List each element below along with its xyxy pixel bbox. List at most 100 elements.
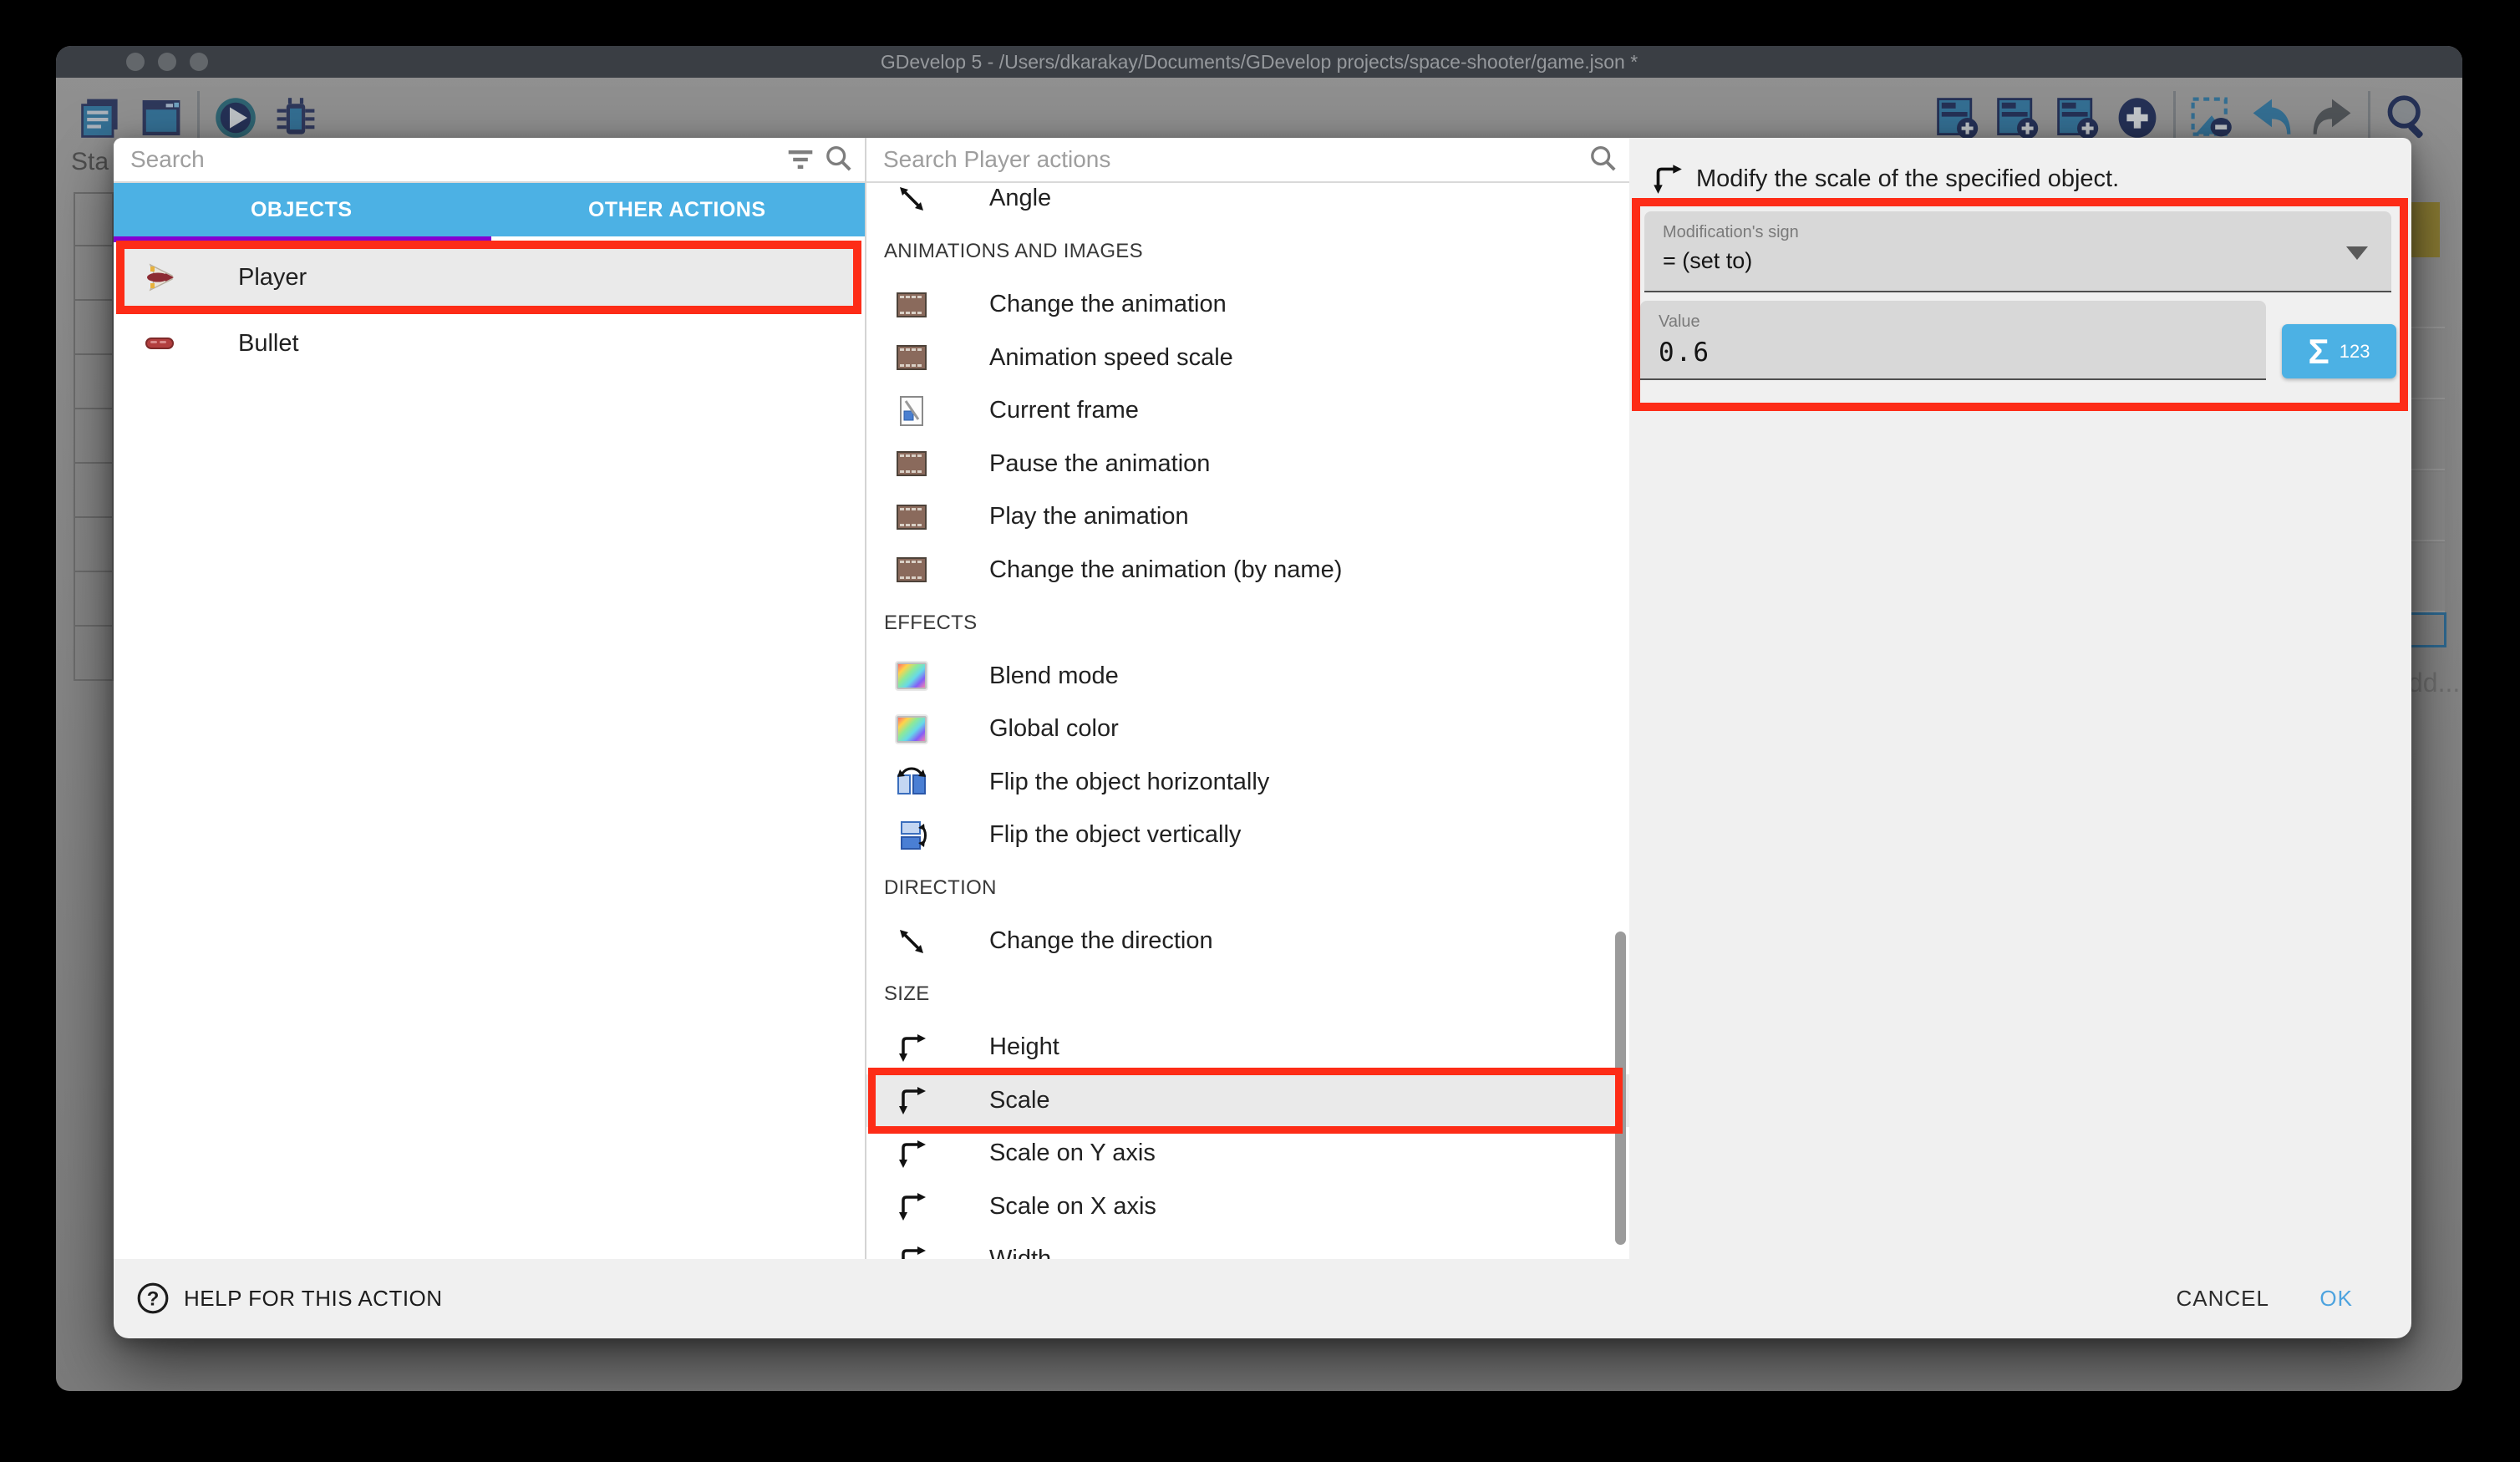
action-label: Change the animation (by name) [989,556,1342,584]
objects-search-row [114,138,865,183]
help-for-action-button[interactable]: ? HELP FOR THIS ACTION [135,1281,443,1316]
actions-list: Angle ANIMATIONS AND IMAGES Change the a… [866,183,1629,1259]
object-row-bullet[interactable]: Bullet [119,313,858,373]
filter-icon[interactable] [781,140,820,179]
gdevelop-window: Sta dd... [56,46,2462,1391]
background-event-cell [74,192,114,246]
background-highlighted-cell [2410,202,2440,257]
background-event-cell [74,409,114,464]
value-label: Value [1659,312,1700,332]
resize-icon [895,1190,928,1223]
action-row-angle[interactable]: Angle [866,183,1629,226]
sigma-icon: Σ [2309,334,2329,369]
background-event-cell [74,301,114,355]
background-event-cell [74,246,114,301]
tab-objects[interactable]: OBJECTS [114,183,490,236]
project-manager-icon[interactable] [77,90,125,145]
direction-arrow-icon [895,925,928,958]
action-row-scale[interactable]: Scale [866,1074,1629,1128]
film-icon [895,500,928,534]
active-tab-indicator [114,236,491,242]
action-row-animation-speed-scale[interactable]: Animation speed scale [866,332,1629,385]
toolbar-separator [2173,91,2176,145]
flip-vertical-icon [895,819,928,852]
object-name: Bullet [238,330,299,358]
background-cell [2410,330,2445,399]
action-row-scale-on-y-axis[interactable]: Scale on Y axis [866,1127,1629,1180]
object-tabs: OBJECTS OTHER ACTIONS [114,183,865,236]
action-row-change-the-animation-by-name[interactable]: Change the animation (by name) [866,544,1629,597]
resize-icon [1649,161,1684,196]
action-label: Blend mode [989,662,1119,690]
background-event-cell [74,518,114,572]
ok-button[interactable]: OK [2319,1286,2353,1312]
action-label: Change the animation [989,291,1227,318]
titlebar: GDevelop 5 - /Users/dkarakay/Documents/G… [56,46,2462,78]
background-scene-tab: Sta [71,148,109,176]
blend-icon [895,713,928,746]
actions-scrollbar-thumb[interactable] [1615,932,1626,1245]
action-label: Play the animation [989,503,1189,530]
flip-horizontal-icon [895,765,928,799]
tab-other-actions[interactable]: OTHER ACTIONS [490,183,866,236]
object-row-player[interactable]: Player [119,247,858,307]
background-cell [2410,543,2445,612]
traffic-lights [126,53,208,71]
action-row-flip-the-object-vertically[interactable]: Flip the object vertically [866,809,1629,862]
annotation-box-object [116,241,861,314]
resize-icon [895,1084,928,1117]
modification-sign-select[interactable]: Modification's sign = (set to) [1644,211,2391,292]
film-icon [895,447,928,480]
action-row-flip-the-object-horizontally[interactable]: Flip the object horizontally [866,756,1629,810]
edit-action-dialog: OBJECTS OTHER ACTIONS Player Bullet [114,138,2411,1338]
action-label: Scale [989,1087,1050,1114]
background-action-column: dd... [2408,171,2446,773]
film-icon [895,341,928,374]
resize-icon [895,1243,928,1259]
bullet-icon [144,327,177,360]
action-row-play-the-animation[interactable]: Play the animation [866,490,1629,544]
expression-button-label: 123 [2340,341,2370,363]
action-row-pause-the-animation[interactable]: Pause the animation [866,438,1629,491]
actions-search-row [866,138,1629,183]
action-group-header: EFFECTS [866,596,1629,650]
background-event-cell [74,355,114,409]
annotation-box-action [868,1068,1623,1135]
svg-text:?: ? [147,1287,160,1310]
minimize-button[interactable] [158,53,176,71]
action-description-header: Modify the scale of the specified object… [1649,161,2119,196]
action-label: Current frame [989,397,1139,424]
actions-search-input[interactable] [866,146,1584,173]
background-event-rows [74,192,114,760]
toolbar-separator [197,91,200,145]
action-row-change-the-animation[interactable]: Change the animation [866,278,1629,332]
chevron-down-icon [2346,246,2368,260]
background-cell [2410,259,2445,328]
modification-sign-label: Modification's sign [1663,223,1799,242]
value-field: Value [1640,301,2266,380]
action-label: Animation speed scale [989,344,1233,372]
objects-search-input[interactable] [114,146,781,173]
action-row-width[interactable]: Width [866,1233,1629,1259]
action-label: Flip the object vertically [989,821,1241,849]
action-label: Pause the animation [989,450,1210,478]
action-row-current-frame[interactable]: Current frame [866,384,1629,438]
action-row-global-color[interactable]: Global color [866,703,1629,756]
dialog-footer: ? HELP FOR THIS ACTION CANCEL OK [114,1259,2411,1338]
value-input[interactable] [1659,338,2227,368]
background-cell [2410,472,2445,541]
action-group-header: DIRECTION [866,862,1629,916]
action-row-scale-on-x-axis[interactable]: Scale on X axis [866,1180,1629,1234]
search-icon [1584,140,1623,179]
action-label: Width [989,1246,1051,1259]
expression-editor-button[interactable]: Σ 123 [2282,324,2396,378]
resize-icon [895,1031,928,1064]
action-row-change-the-direction[interactable]: Change the direction [866,915,1629,968]
close-button[interactable] [126,53,145,71]
zoom-button[interactable] [190,53,208,71]
action-row-blend-mode[interactable]: Blend mode [866,650,1629,703]
toolbar-separator [2368,91,2370,145]
action-row-height[interactable]: Height [866,1021,1629,1074]
action-label: Scale on Y axis [989,1140,1156,1167]
cancel-button[interactable]: CANCEL [2177,1286,2269,1312]
